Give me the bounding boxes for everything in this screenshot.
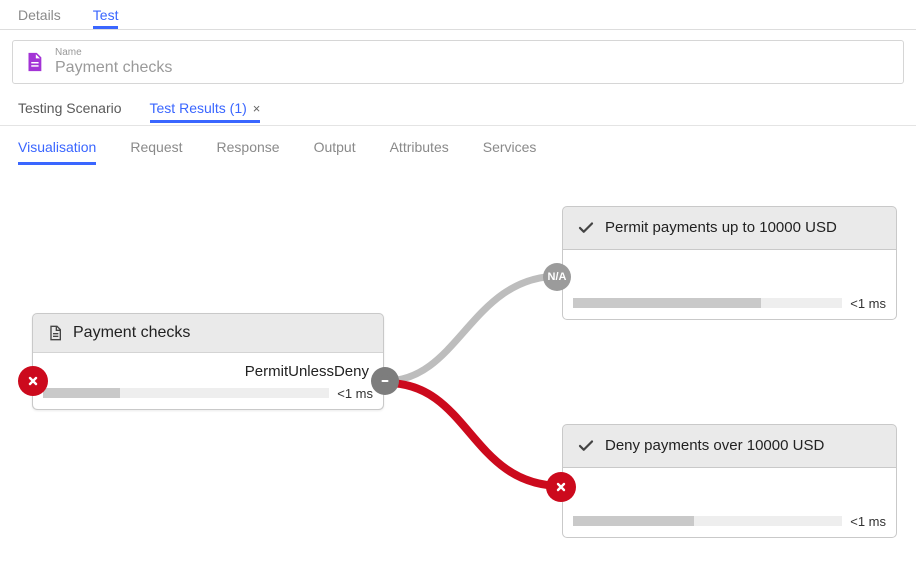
rule-title: Permit payments up to 10000 USD [605, 219, 837, 236]
check-icon [577, 437, 595, 455]
result-tabs: Visualisation Request Response Output At… [0, 126, 916, 166]
na-label: N/A [548, 271, 567, 283]
tab-attributes[interactable]: Attributes [390, 129, 449, 165]
scenario-tabs: Testing Scenario Test Results (1) × [0, 92, 916, 126]
policy-card[interactable]: Payment checks PermitUnlessDeny <1 ms [32, 313, 384, 410]
timing-fill [573, 516, 694, 526]
policy-algorithm: PermitUnlessDeny [33, 353, 383, 382]
rule-timing-row: <1 ms [573, 514, 886, 529]
name-value: Payment checks [55, 59, 893, 77]
deny-result-icon [546, 472, 576, 502]
timing-bar [43, 388, 329, 398]
deny-result-icon [18, 366, 48, 396]
visualisation-canvas: Payment checks PermitUnlessDeny <1 ms Pe… [0, 166, 916, 566]
timing-fill [43, 388, 120, 398]
rule-title: Deny payments over 10000 USD [605, 437, 824, 454]
top-tabs: Details Test [0, 0, 916, 30]
rule-timing: <1 ms [850, 514, 886, 529]
combining-node-icon [371, 367, 399, 395]
timing-bar [573, 298, 842, 308]
tab-test-results-label: Test Results (1) [150, 100, 247, 116]
name-label: Name [55, 47, 893, 59]
tab-visualisation[interactable]: Visualisation [18, 129, 96, 165]
name-field[interactable]: Name Payment checks [12, 40, 904, 84]
tab-request[interactable]: Request [130, 129, 182, 165]
name-row: Name Payment checks [12, 40, 904, 84]
close-icon[interactable]: × [253, 101, 261, 116]
tab-test[interactable]: Test [93, 1, 119, 29]
rule-head: Deny payments over 10000 USD [562, 424, 897, 468]
rule-timing: <1 ms [850, 296, 886, 311]
policy-title: Payment checks [73, 324, 190, 342]
rule-card-permit[interactable]: Permit payments up to 10000 USD <1 ms [562, 206, 897, 320]
tab-test-results[interactable]: Test Results (1) × [150, 93, 261, 123]
rule-timing-row: <1 ms [573, 296, 886, 311]
policy-timing-row: <1 ms [33, 382, 383, 409]
check-icon [577, 219, 595, 237]
policy-doc-icon [23, 51, 45, 73]
timing-bar [573, 516, 842, 526]
rule-card-deny[interactable]: Deny payments over 10000 USD <1 ms [562, 424, 897, 538]
tab-details[interactable]: Details [18, 1, 61, 29]
rule-body: <1 ms [562, 468, 897, 538]
tab-output[interactable]: Output [314, 129, 356, 165]
policy-card-head: Payment checks [33, 314, 383, 353]
policy-timing: <1 ms [337, 386, 373, 401]
tab-testing-scenario[interactable]: Testing Scenario [18, 93, 122, 123]
tab-services[interactable]: Services [483, 129, 537, 165]
document-icon [47, 325, 63, 341]
tab-response[interactable]: Response [217, 129, 280, 165]
timing-fill [573, 298, 761, 308]
rule-head: Permit payments up to 10000 USD [562, 206, 897, 250]
not-applicable-badge: N/A [543, 263, 571, 291]
rule-body: <1 ms [562, 250, 897, 320]
